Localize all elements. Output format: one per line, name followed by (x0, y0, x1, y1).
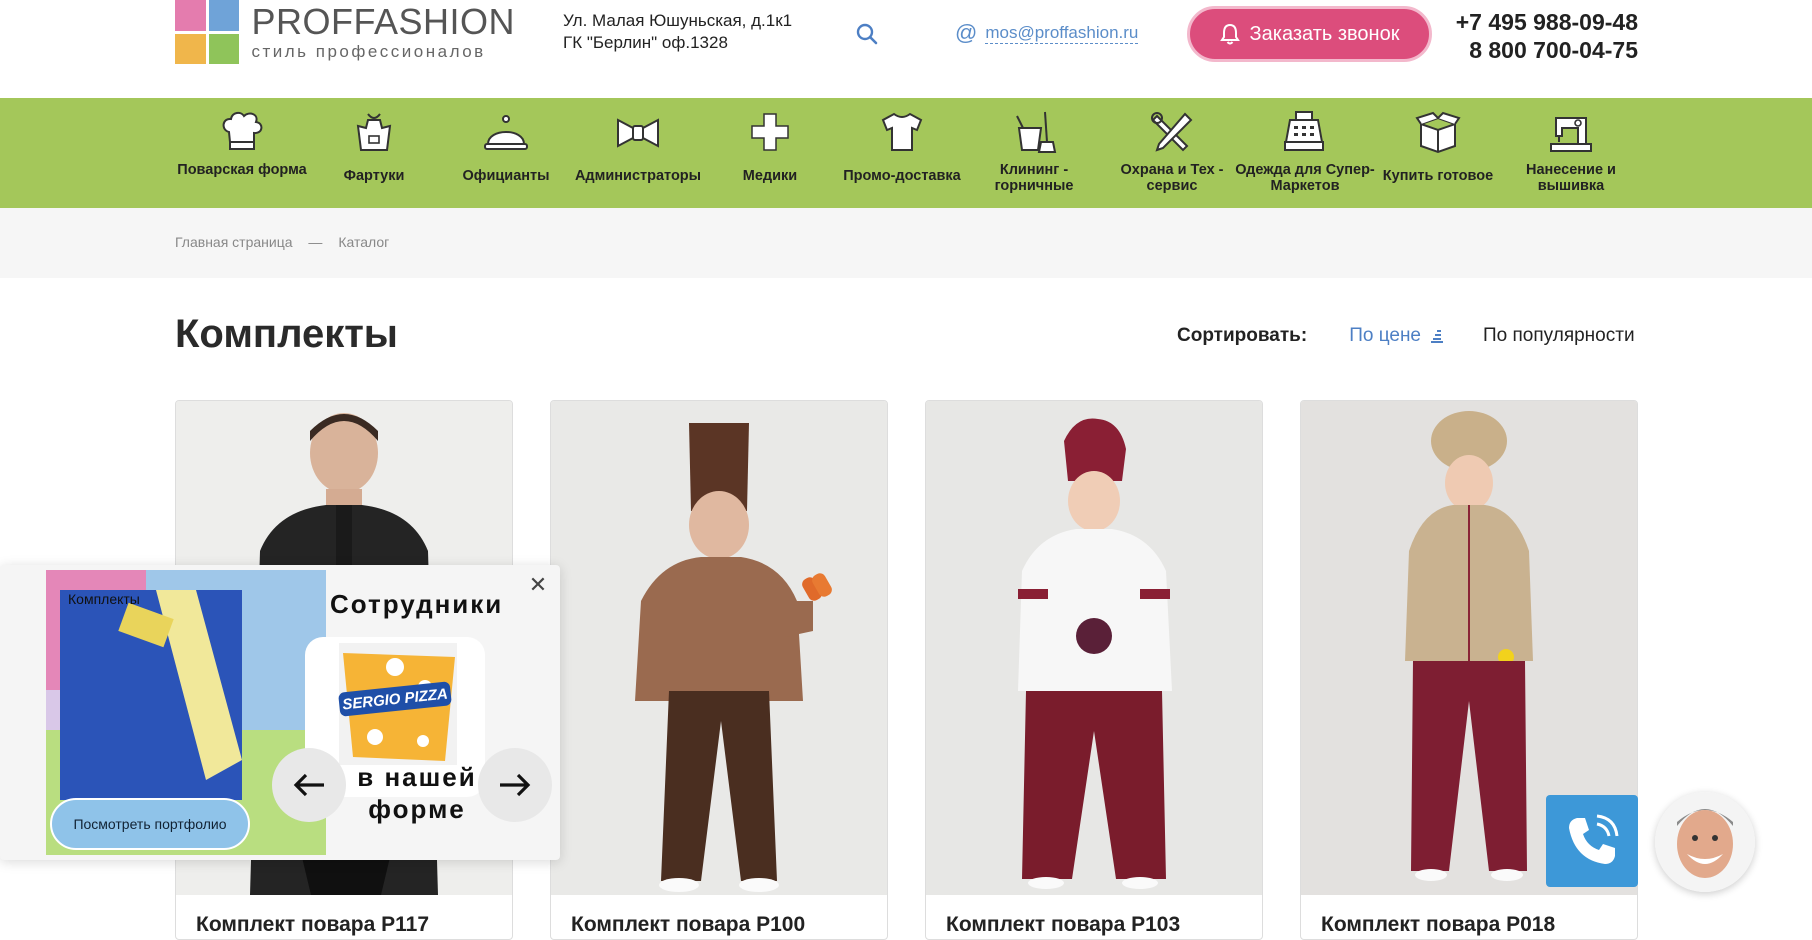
category-label: Фартуки (343, 168, 405, 184)
product-name[interactable]: Комплект повара P117 (196, 913, 429, 937)
logo-name: PROFFASHION (251, 1, 515, 42)
sewing-machine-icon (1550, 117, 1592, 152)
breadcrumb-home[interactable]: Главная страница (175, 234, 293, 250)
popup-title: Сотрудники (330, 589, 504, 619)
breadcrumb-catalog[interactable]: Каталог (338, 234, 389, 250)
page-title: Комплекты (175, 312, 398, 356)
prev-slide-button[interactable] (272, 748, 346, 822)
category-label: Администраторы (574, 168, 702, 184)
phone-numbers: +7 495 988-09-48 8 800 700-04-75 (1440, 8, 1638, 64)
breadcrumb-separator: — (308, 234, 323, 250)
phone-moscow[interactable]: +7 495 988-09-48 (1440, 8, 1638, 36)
category-security-service[interactable]: Охрана и Тех - сервис (1106, 98, 1238, 208)
category-cleaning[interactable]: Клининг - горничные (968, 98, 1100, 208)
callback-widget[interactable] (1546, 795, 1638, 887)
close-icon[interactable]: ✕ (528, 574, 548, 596)
product-photo[interactable] (926, 401, 1262, 895)
bell-icon (1219, 23, 1240, 45)
category-buy-ready[interactable]: Купить готовое (1372, 98, 1504, 208)
address: Ул. Малая Юшуньская, д.1к1 ГК "Берлин" о… (563, 10, 792, 54)
sort-by-price[interactable]: По цене (1349, 325, 1445, 347)
chef-hat-icon (222, 111, 263, 150)
order-call-label: Заказать звонок (1249, 22, 1400, 45)
operator-avatar[interactable] (1655, 792, 1755, 892)
box-icon (1415, 111, 1461, 154)
product-name[interactable]: Комплект повара P103 (946, 913, 1180, 937)
category-nav: Поварская форма Фартуки Официанты Админи… (0, 98, 1812, 208)
next-slide-button[interactable] (478, 748, 552, 822)
apron-icon (356, 113, 392, 151)
logo-mark (175, 0, 240, 64)
phone-icon (1569, 814, 1619, 864)
logo-slogan: стиль профессионалов (251, 42, 486, 61)
popup-subtitle: в нашей форме (357, 762, 477, 824)
category-label: Купить готовое (1382, 168, 1494, 184)
category-label: Официанты (462, 168, 550, 184)
product-card-p100[interactable]: Комплект повара P100 (550, 400, 888, 940)
category-label: Нанесение и вышивка (1526, 162, 1616, 194)
sort-by-popularity[interactable]: По популярности (1483, 325, 1635, 347)
category-label: Клининг - горничные (994, 162, 1074, 194)
bow-tie-icon (617, 118, 659, 148)
breadcrumb: Главная страница — Каталог (175, 234, 389, 250)
search-icon[interactable] (855, 22, 879, 46)
category-supermarkets[interactable]: Одежда для Супер-Маркетов (1235, 98, 1375, 208)
cleaning-bucket-icon (1016, 111, 1057, 153)
product-card-p103[interactable]: Комплект повара P103 (925, 400, 1263, 940)
sort-descending-icon (1431, 330, 1444, 343)
email-link[interactable]: mos@proffashion.ru (985, 23, 1139, 44)
tools-icon (1151, 112, 1193, 152)
email-contact: @ mos@proffashion.ru (955, 20, 1139, 46)
arrow-left-icon (293, 773, 324, 797)
phone-free[interactable]: 8 800 700-04-75 (1440, 36, 1638, 64)
category-administrators[interactable]: Администраторы (572, 98, 704, 208)
category-label: Промо-доставка (843, 168, 961, 184)
category-medics[interactable]: Медики (704, 98, 836, 208)
category-label: Одежда для Супер-Маркетов (1235, 162, 1375, 194)
product-name[interactable]: Комплект повара P018 (1321, 913, 1555, 937)
tshirt-icon (881, 112, 923, 151)
breadcrumb-bar: Главная страница — Каталог (0, 208, 1812, 278)
category-label: Медики (742, 168, 798, 184)
order-call-button[interactable]: Заказать звонок (1187, 6, 1432, 62)
category-label: Охрана и Тех - сервис (1120, 162, 1224, 194)
category-chef-uniform[interactable]: Поварская форма (176, 98, 308, 208)
site-logo[interactable]: PROFFASHION стиль профессионалов (175, 0, 515, 66)
product-photo[interactable] (551, 401, 887, 895)
sort-label: Сортировать: (1177, 325, 1308, 346)
popup-photo-label: Комплекты (68, 591, 140, 607)
medical-cross-icon (751, 113, 789, 151)
at-icon: @ (955, 20, 978, 45)
category-promo-delivery[interactable]: Промо-доставка (836, 98, 968, 208)
view-portfolio-button[interactable]: Посмотреть портфолио (50, 798, 250, 850)
sort-by-price-label: По цене (1349, 325, 1422, 346)
sort-controls: Сортировать: По цене По популярности (1177, 325, 1635, 347)
cloche-icon (484, 115, 528, 150)
address-line-1: Ул. Малая Юшуньская, д.1к1 (563, 11, 793, 30)
address-line-2: ГК "Берлин" оф.1328 (563, 33, 728, 52)
product-name[interactable]: Комплект повара P100 (571, 913, 805, 937)
portfolio-popup: Комплекты SERGIO PIZZA Сотрудники в наше… (0, 565, 560, 860)
category-label: Поварская форма (177, 162, 307, 178)
site-header: PROFFASHION стиль профессионалов Ул. Мал… (0, 0, 1812, 98)
cash-register-icon (1284, 111, 1324, 151)
category-waiters[interactable]: Официанты (440, 98, 572, 208)
arrow-right-icon (500, 773, 531, 797)
category-embroidery[interactable]: Нанесение и вышивка (1505, 98, 1637, 208)
category-aprons[interactable]: Фартуки (308, 98, 440, 208)
